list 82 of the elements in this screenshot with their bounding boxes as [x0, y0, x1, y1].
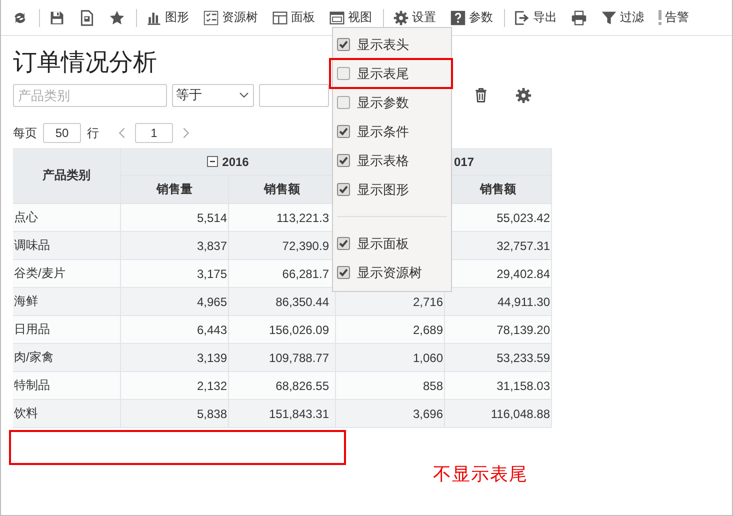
table-cell: 86,350.44 [229, 288, 336, 316]
toolbar-button[interactable]: 资源树 [200, 7, 261, 28]
table-cell: 68,826.55 [229, 372, 336, 400]
save-icon [49, 10, 65, 26]
table-cell: 116,048.88 [445, 400, 552, 428]
column-header: 产品类别 [13, 148, 121, 204]
filter-icon [601, 10, 617, 26]
table-cell: 109,788.77 [229, 344, 336, 372]
export-icon [514, 10, 530, 26]
table-cell: 5,838 [121, 400, 229, 428]
checkbox[interactable] [337, 67, 350, 80]
page-size-field[interactable]: 50 [43, 123, 81, 143]
checkbox[interactable] [337, 38, 350, 51]
layout-icon [272, 10, 288, 26]
checkbox[interactable] [337, 125, 350, 138]
table-cell: 78,139.20 [445, 316, 552, 344]
row-header: 日用品 [13, 316, 121, 344]
page-field[interactable]: 1 [135, 123, 173, 143]
menu-item[interactable]: 显示表尾 [330, 59, 452, 88]
row-header: 点心 [13, 204, 121, 232]
row-header: 调味品 [13, 232, 121, 260]
checkbox[interactable] [337, 154, 350, 167]
checkbox[interactable] [337, 266, 350, 279]
menu-item[interactable]: 显示表格 [333, 146, 451, 175]
printer-icon [571, 10, 587, 26]
value-field[interactable] [259, 84, 329, 106]
trash-icon [473, 87, 489, 103]
toolbar-button[interactable]: 过滤 [598, 7, 647, 28]
checkbox[interactable] [337, 96, 350, 109]
table-cell: 151,843.31 [229, 400, 336, 428]
settings-icon [393, 10, 409, 26]
table-cell: 3,837 [121, 232, 229, 260]
operator-select[interactable]: 等于 [172, 84, 254, 106]
star-icon [109, 10, 125, 26]
toolbar-button[interactable]: 告警 [655, 7, 692, 28]
page-size-label: 每页 [13, 124, 37, 142]
row-header: 饮料 [13, 400, 121, 428]
column-header: 销售量 [121, 176, 229, 204]
help-icon [450, 10, 466, 26]
toolbar-button[interactable]: 视图 [326, 7, 375, 28]
settings-icon [515, 86, 532, 104]
report-title: 订单情况分析 [13, 48, 157, 78]
toolbar-button[interactable]: 参数 [447, 7, 496, 28]
document-icon [79, 10, 95, 26]
checklist-icon [203, 10, 219, 26]
table-cell: 3,696 [336, 400, 445, 428]
checkbox[interactable] [337, 237, 350, 250]
row-header: 肉/家禽 [13, 344, 121, 372]
bar-chart-icon [146, 10, 162, 26]
delete-button[interactable] [473, 87, 489, 103]
rows-label: 行 [87, 124, 99, 142]
table-cell: 4,965 [121, 288, 229, 316]
table-cell: 6,443 [121, 316, 229, 344]
table-cell: 53,233.59 [445, 344, 552, 372]
table-cell: 156,026.09 [229, 316, 336, 344]
table-cell: 31,158.03 [445, 372, 552, 400]
toolbar-button[interactable]: 面板 [269, 7, 318, 28]
table-cell: 2,689 [336, 316, 445, 344]
table-cell: 3,175 [121, 260, 229, 288]
annotation-text: 不显示表尾 [433, 463, 528, 486]
operator-value: 等于 [176, 86, 202, 104]
column-group-header: 017 [454, 154, 474, 168]
table-cell: 858 [336, 372, 445, 400]
table-cell: 44,911.30 [445, 288, 552, 316]
filter-field[interactable]: 产品类别 [13, 84, 167, 106]
collapse-icon[interactable] [207, 156, 218, 167]
table-cell: 1,060 [336, 344, 445, 372]
table-cell: 2,132 [121, 372, 229, 400]
table-cell: 3,139 [121, 344, 229, 372]
settings-button[interactable] [515, 86, 532, 104]
toolbar-button[interactable]: 图形 [143, 7, 192, 28]
row-header: 海鲜 [13, 288, 121, 316]
toolbar-button[interactable]: 导出 [511, 7, 560, 28]
table-cell: 5,514 [121, 204, 229, 232]
row-header: 特制品 [13, 372, 121, 400]
exclamation-icon [658, 10, 662, 25]
menu-item[interactable]: 显示表头 [333, 30, 451, 59]
menu-item[interactable]: 显示条件 [333, 117, 451, 146]
checkbox[interactable] [337, 183, 350, 196]
menu-item[interactable]: 显示参数 [333, 88, 451, 117]
row-header: 谷类/麦片 [13, 260, 121, 288]
window-icon [329, 10, 345, 26]
